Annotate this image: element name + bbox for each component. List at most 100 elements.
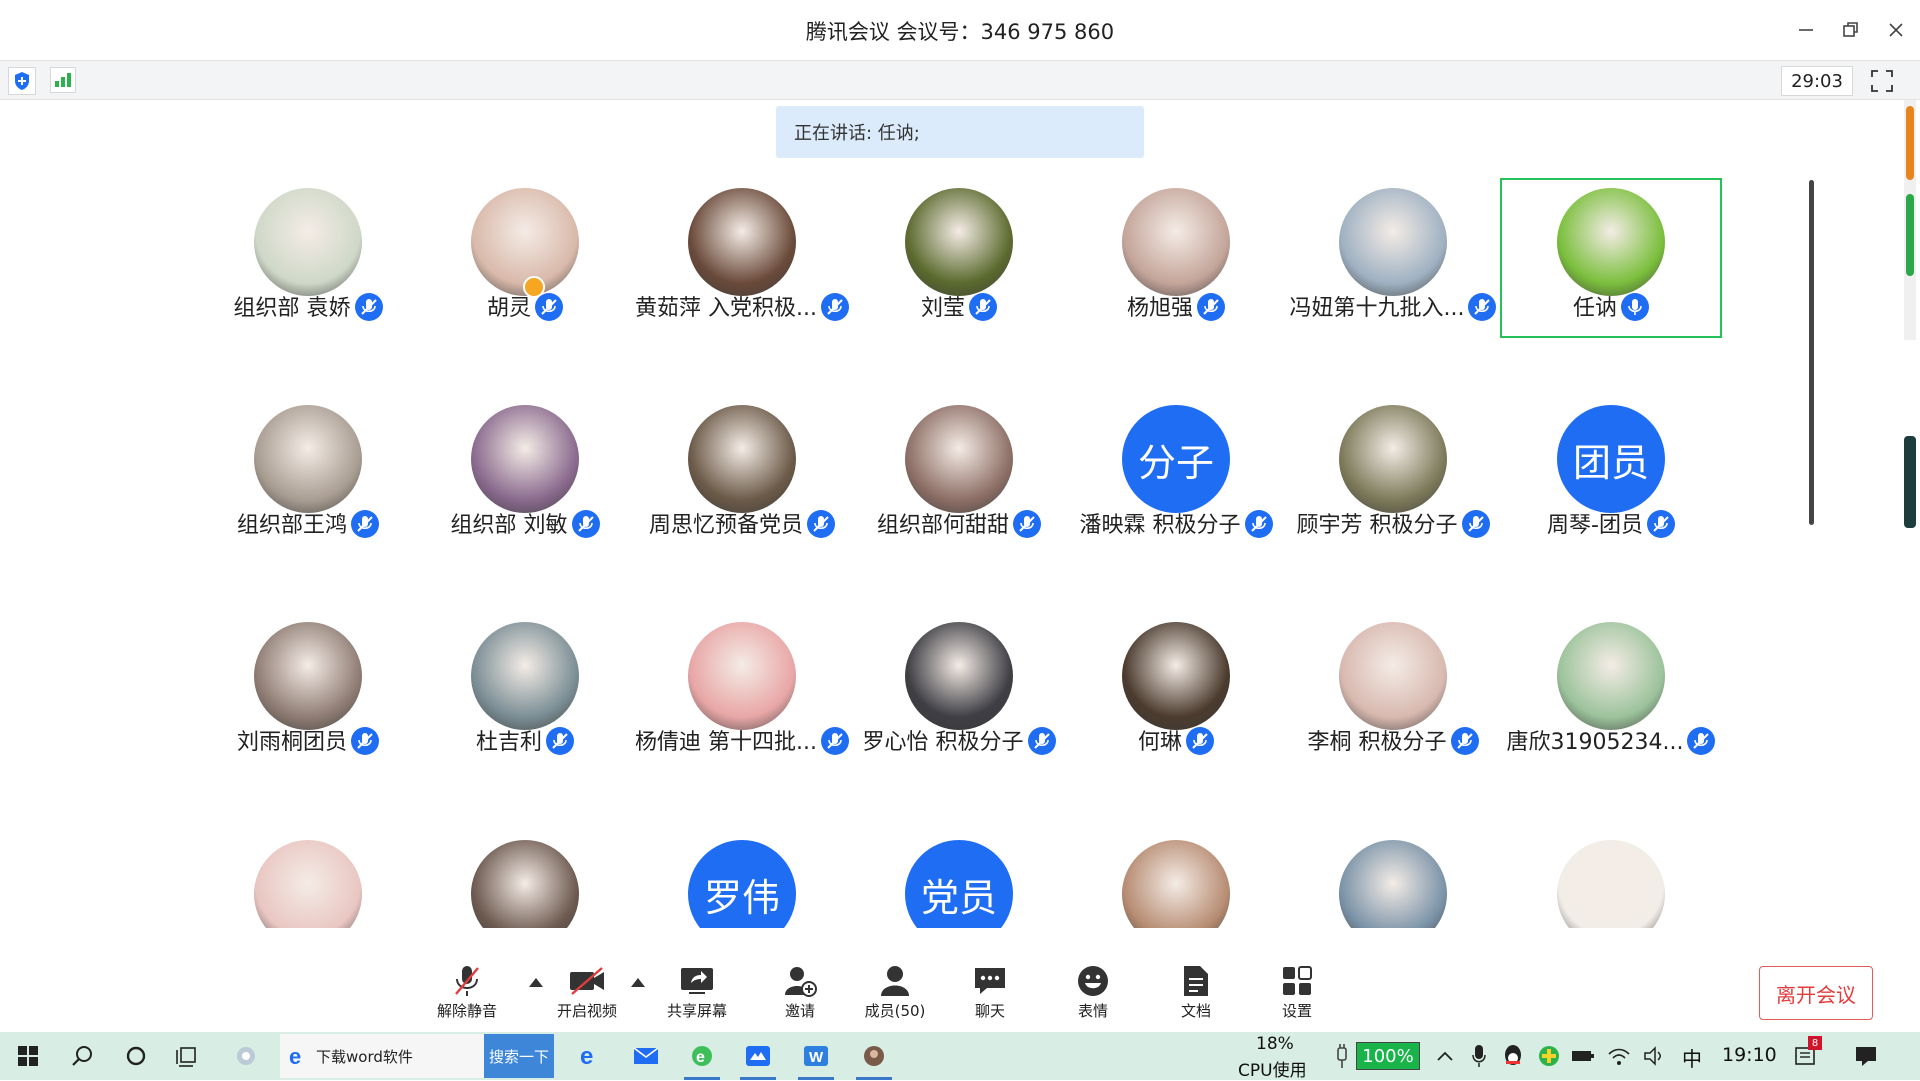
participant-tile[interactable]: 组织部 刘敏	[414, 395, 636, 555]
tencent-meeting-app-icon[interactable]	[734, 1032, 782, 1080]
status-bar: 29:03	[0, 60, 1920, 100]
invite-button[interactable]: 邀请	[760, 962, 840, 1028]
edge-icon[interactable]: e	[566, 1032, 614, 1080]
mic-muted-icon	[969, 293, 997, 321]
participant-tile[interactable]: 刘雨桐团员	[197, 612, 419, 772]
minimize-icon[interactable]	[1786, 12, 1826, 48]
participant-name: 唐欣31905234...	[1506, 730, 1684, 755]
participant-tile[interactable]	[197, 830, 419, 928]
participant-name: 顾宇芳 积极分子	[1296, 513, 1458, 538]
participant-tile[interactable]	[1500, 830, 1722, 928]
participant-tile[interactable]: 杨旭强	[1065, 178, 1287, 338]
avatar	[254, 622, 362, 730]
participant-name: 组织部 袁娇	[233, 296, 351, 321]
windows-start-icon[interactable]	[4, 1032, 52, 1080]
mic-muted-icon	[1468, 293, 1497, 321]
participant-tile[interactable]: 胡灵	[414, 178, 636, 338]
security-tray-icon[interactable]	[1534, 1032, 1564, 1080]
toolbar-label: 设置	[1281, 1002, 1312, 1020]
taskbar-search-box[interactable]: e 下载word软件	[280, 1034, 484, 1078]
ie-browser-icon[interactable]: e	[678, 1032, 726, 1080]
participant-tile[interactable]: 分子 潘映霖 积极分子	[1065, 395, 1287, 555]
participant-tile[interactable]	[1282, 830, 1504, 928]
participant-name-line: 刘莹	[848, 290, 1070, 323]
participant-tile[interactable]: 团员 周琴-团员	[1500, 395, 1722, 555]
photo-app-icon[interactable]	[850, 1032, 898, 1080]
word-app-icon[interactable]: W	[792, 1032, 840, 1080]
leave-meeting-button[interactable]: 离开会议	[1759, 966, 1873, 1020]
participant-tile[interactable]	[1065, 830, 1287, 928]
participant-tile[interactable]: 组织部 袁娇	[197, 178, 419, 338]
audio-options-caret-icon[interactable]	[529, 978, 543, 987]
participant-name: 刘莹	[920, 296, 965, 321]
toolbar-label: 成员(50)	[864, 1002, 926, 1020]
restore-icon[interactable]	[1831, 12, 1871, 48]
settings-button[interactable]: 设置	[1257, 962, 1337, 1028]
tray-expand-icon[interactable]	[1430, 1032, 1460, 1080]
signal-bars-icon[interactable]	[50, 67, 76, 93]
wifi-icon[interactable]	[1604, 1032, 1634, 1080]
mail-icon[interactable]	[622, 1032, 670, 1080]
avatar	[1339, 622, 1447, 730]
participant-tile[interactable]: 冯妞第十九批入...	[1282, 178, 1504, 338]
members-button[interactable]: 成员(50)	[855, 962, 935, 1028]
search-icon[interactable]	[58, 1032, 106, 1080]
mic-muted-icon	[1687, 727, 1716, 755]
avatar	[688, 405, 796, 513]
participant-tile[interactable]	[414, 830, 636, 928]
ime-indicator[interactable]: 中	[1682, 1043, 1702, 1072]
participant-tile[interactable]: 组织部何甜甜	[848, 395, 1070, 555]
task-view-icon[interactable]	[164, 1032, 212, 1080]
shield-icon[interactable]	[8, 67, 36, 95]
fullscreen-icon[interactable]	[1868, 67, 1896, 95]
participant-tile[interactable]: 唐欣31905234...	[1500, 612, 1722, 772]
chat-button[interactable]: 聊天	[950, 962, 1030, 1028]
notifications-icon[interactable]	[1846, 1032, 1886, 1080]
avatar	[1122, 840, 1230, 928]
close-icon[interactable]	[1876, 12, 1916, 48]
participant-tile[interactable]: 何琳	[1065, 612, 1287, 772]
participant-tile[interactable]: 顾宇芳 积极分子	[1282, 395, 1504, 555]
participant-tile[interactable]: 杜吉利	[414, 612, 636, 772]
participant-tile[interactable]: 杨倩迪 第十四批...	[631, 612, 853, 772]
emoji-button[interactable]: 表情	[1053, 962, 1133, 1028]
participant-tile[interactable]: 罗心怡 积极分子	[848, 612, 1070, 772]
participant-name: 胡灵	[486, 296, 531, 321]
clock[interactable]: 19:10	[1722, 1044, 1777, 1066]
taskbar-search-button[interactable]: 搜索一下	[484, 1034, 554, 1078]
power-plug-icon[interactable]	[1330, 1032, 1354, 1080]
video-options-caret-icon[interactable]	[631, 978, 645, 987]
participant-tile[interactable]: 党员	[848, 830, 1070, 928]
action-center-icon[interactable]: 8	[1788, 1032, 1822, 1080]
mic-muted-icon	[351, 510, 379, 538]
svg-text:e: e	[696, 1049, 705, 1066]
participant-name-line: 杨旭强	[1065, 290, 1287, 323]
microphone-tray-icon[interactable]	[1464, 1032, 1494, 1080]
avatar	[1557, 622, 1665, 730]
mic-muted-icon	[820, 293, 849, 321]
battery-indicator[interactable]: 100%	[1356, 1042, 1420, 1070]
pinned-app-icon[interactable]	[222, 1032, 270, 1080]
participant-tile[interactable]: 任讷	[1500, 178, 1722, 338]
grid-scrollbar[interactable]	[1809, 180, 1814, 525]
participant-name-line: 组织部 袁娇	[197, 290, 419, 323]
unmute-button[interactable]: 解除静音	[427, 962, 507, 1028]
avatar	[1122, 188, 1230, 296]
participant-tile[interactable]: 罗伟	[631, 830, 853, 928]
participant-tile[interactable]: 黄茹萍 入党积极...	[631, 178, 853, 338]
share-screen-button[interactable]: 共享屏幕	[657, 962, 737, 1028]
participant-name-line: 刘雨桐团员	[197, 724, 419, 757]
cortana-icon[interactable]	[112, 1032, 160, 1080]
participant-name: 周琴-团员	[1547, 513, 1643, 538]
qq-tray-icon[interactable]	[1498, 1032, 1528, 1080]
toolbar-label: 解除静音	[436, 1002, 497, 1020]
participant-tile[interactable]: 周思忆预备党员	[631, 395, 853, 555]
participant-tile[interactable]: 刘莹	[848, 178, 1070, 338]
participant-tile[interactable]: 李桐 积极分子	[1282, 612, 1504, 772]
battery-tray-icon[interactable]	[1568, 1032, 1598, 1080]
volume-icon[interactable]	[1640, 1032, 1670, 1080]
avatar	[905, 405, 1013, 513]
start-video-button[interactable]: 开启视频	[547, 962, 627, 1028]
participant-tile[interactable]: 组织部王鸿	[197, 395, 419, 555]
documents-button[interactable]: 文档	[1156, 962, 1236, 1028]
